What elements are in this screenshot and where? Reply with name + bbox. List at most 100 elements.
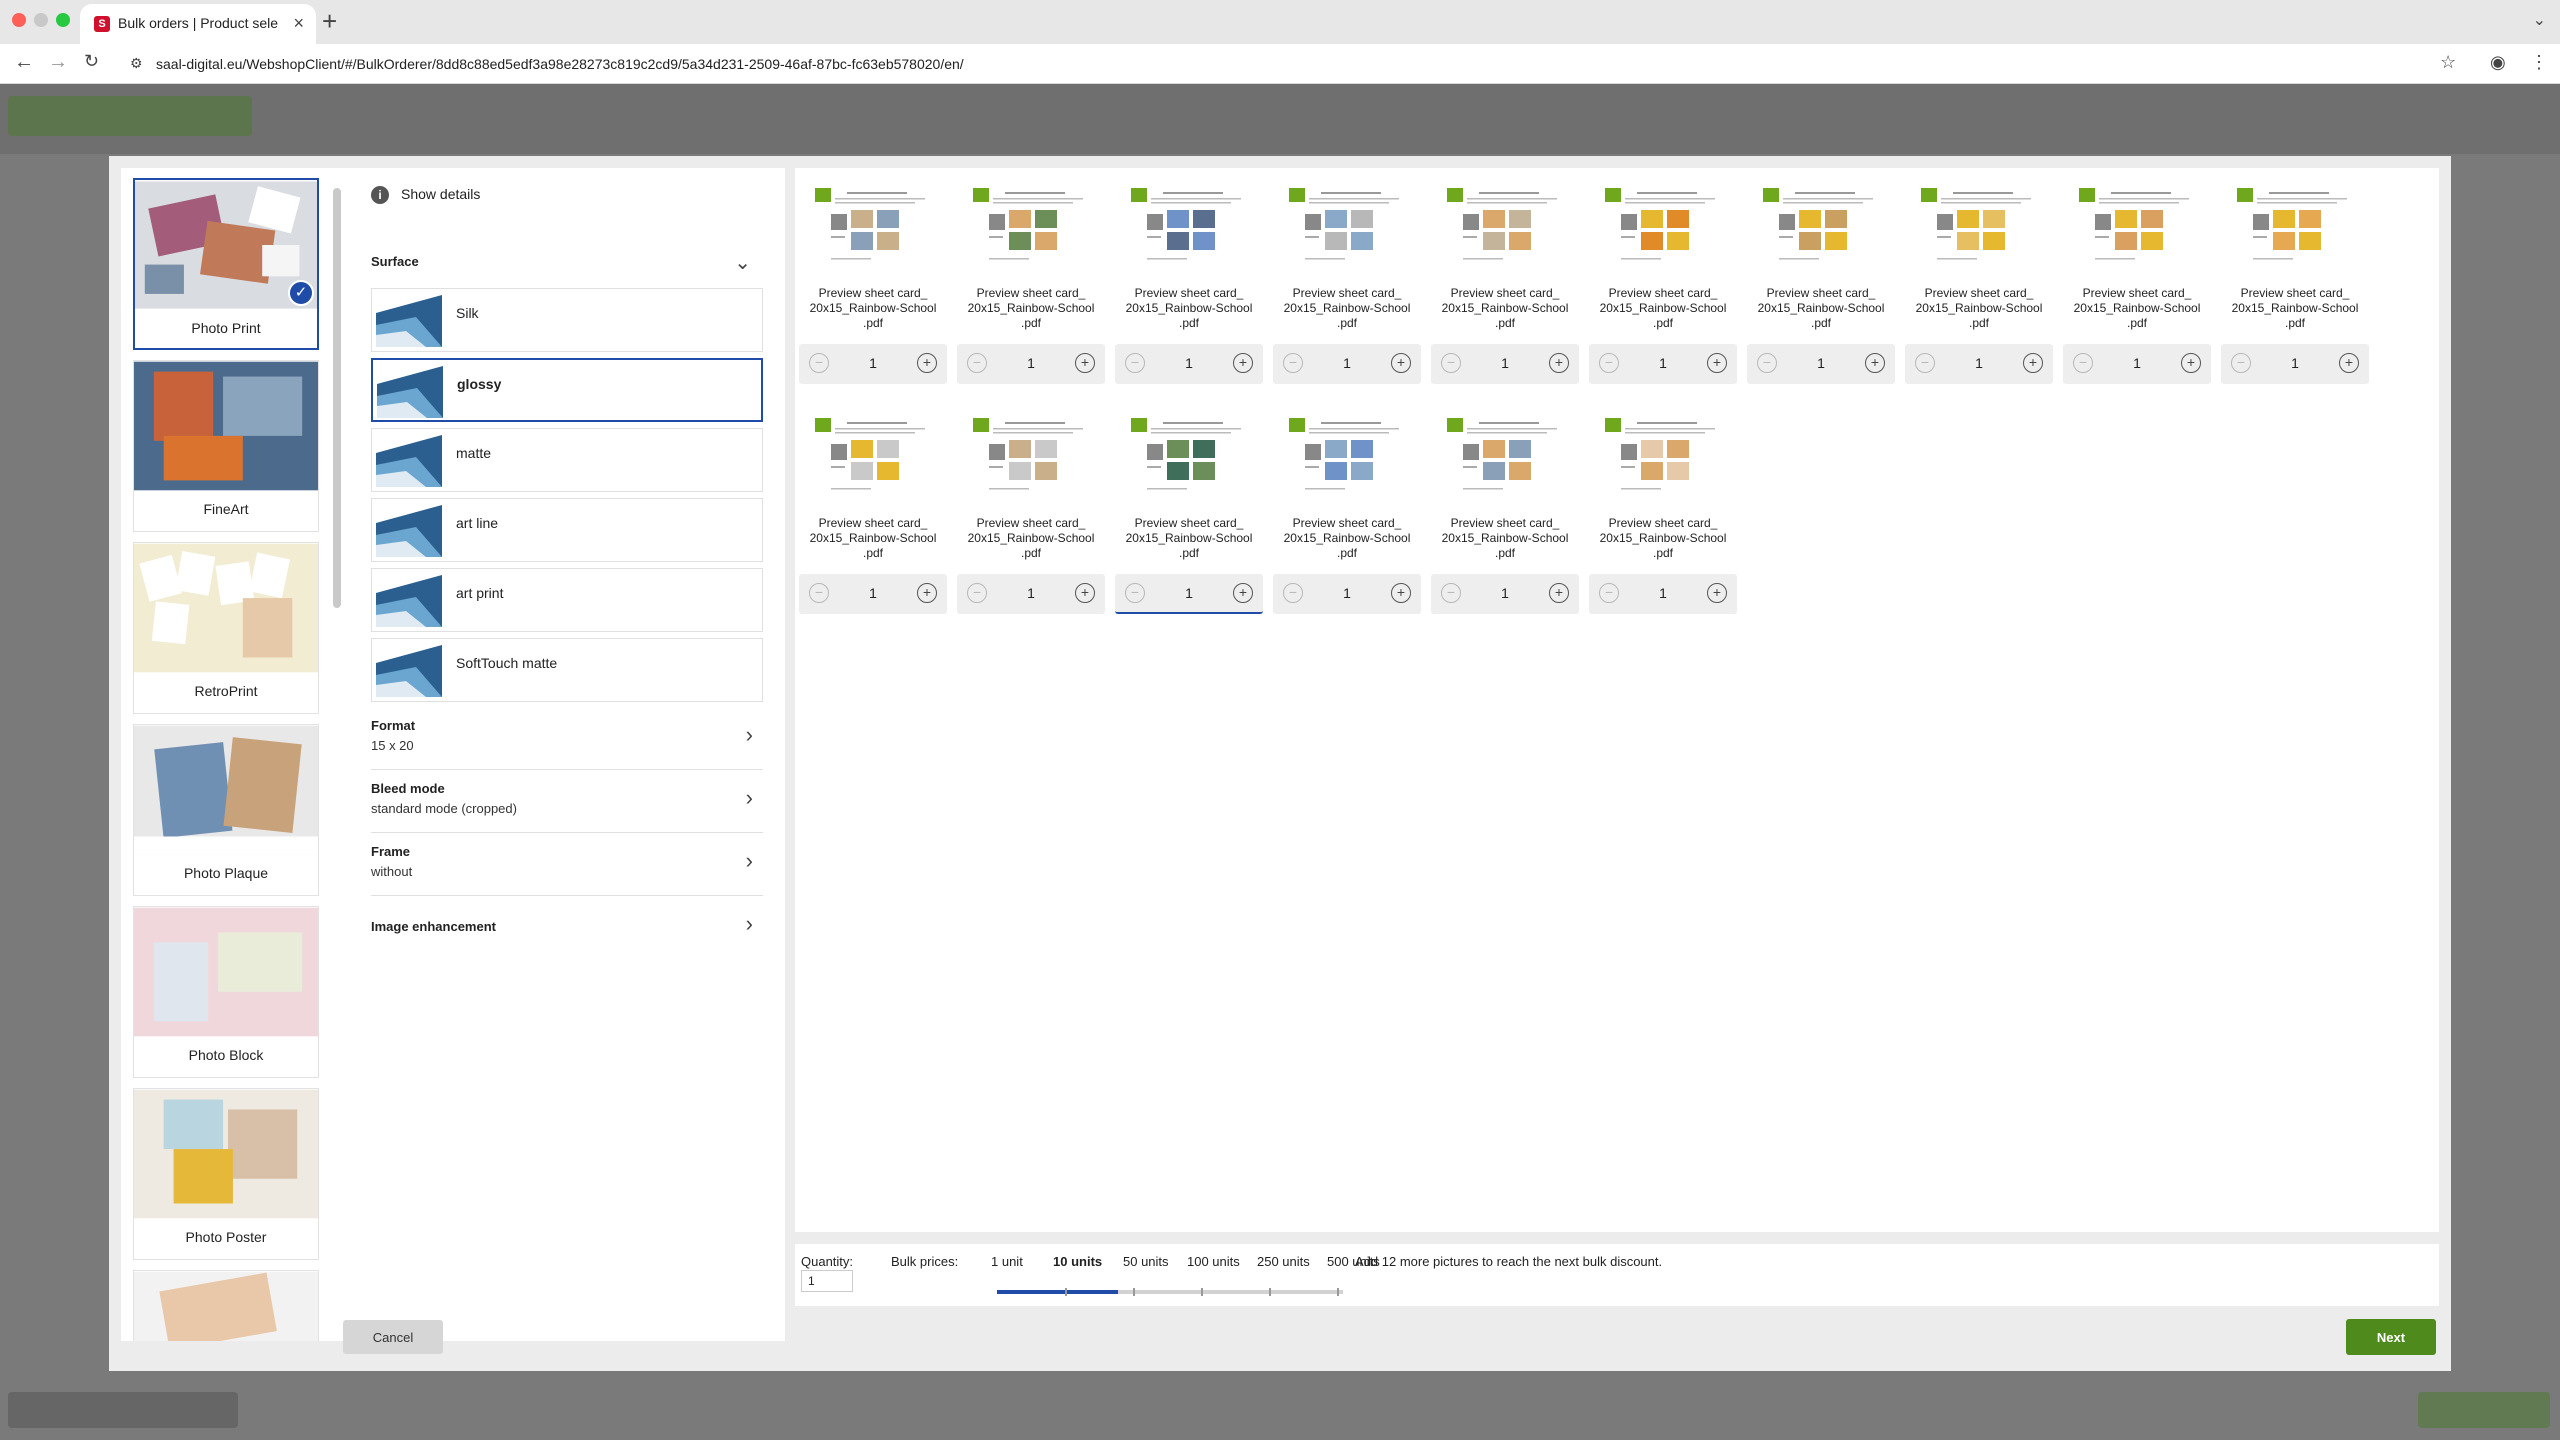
tab-search-chevron-icon[interactable]: ⌄	[2533, 10, 2546, 30]
picture-card[interactable]: Preview sheet card_ 20x15_Rainbow-School.…	[957, 408, 1105, 628]
surface-option-matte[interactable]: matte	[371, 428, 763, 492]
minus-circle-icon[interactable]: −	[1599, 353, 1619, 373]
quantity-value[interactable]: 1	[2117, 355, 2157, 371]
chevron-down-icon[interactable]: ⌄	[734, 250, 751, 275]
minimize-window-icon[interactable]	[34, 13, 48, 27]
plus-circle-icon[interactable]: +	[2339, 353, 2359, 373]
picture-card[interactable]: Preview sheet card_ 20x15_Rainbow-School.…	[1589, 408, 1737, 628]
minus-circle-icon[interactable]: −	[1915, 353, 1935, 373]
close-window-icon[interactable]	[12, 13, 26, 27]
plus-circle-icon[interactable]: +	[1707, 583, 1727, 603]
picture-card[interactable]: Preview sheet card_ 20x15_Rainbow-School.…	[1589, 178, 1737, 398]
plus-circle-icon[interactable]: +	[1233, 583, 1253, 603]
surface-option-art-print[interactable]: art print	[371, 568, 763, 632]
plus-circle-icon[interactable]: +	[1075, 583, 1095, 603]
plus-circle-icon[interactable]: +	[917, 353, 937, 373]
quantity-value[interactable]: 1	[1801, 355, 1841, 371]
picture-card[interactable]: Preview sheet card_ 20x15_Rainbow-School.…	[799, 408, 947, 628]
product-card-photo-print[interactable]: ✓ Photo Print	[133, 178, 319, 350]
plus-circle-icon[interactable]: +	[1549, 583, 1569, 603]
quantity-value[interactable]: 1	[853, 585, 893, 601]
quantity-value[interactable]: 1	[1485, 355, 1525, 371]
browser-menu-icon[interactable]: ⋮	[2530, 52, 2548, 73]
plus-circle-icon[interactable]: +	[1549, 353, 1569, 373]
minus-circle-icon[interactable]: −	[1441, 353, 1461, 373]
picture-card[interactable]: Preview sheet card_ 20x15_Rainbow-School.…	[957, 178, 1105, 398]
product-card-more[interactable]	[133, 1270, 319, 1341]
tab-close-icon[interactable]: ×	[293, 13, 304, 34]
frame-option[interactable]: Frame without ›	[371, 834, 763, 896]
back-arrow-icon[interactable]: ←	[14, 51, 34, 74]
quantity-value[interactable]: 1	[853, 355, 893, 371]
minus-circle-icon[interactable]: −	[1125, 353, 1145, 373]
quantity-value[interactable]: 1	[1643, 355, 1683, 371]
format-option[interactable]: Format 15 x 20 ›	[371, 708, 763, 770]
surface-option-glossy[interactable]: glossy	[371, 358, 763, 422]
picture-card[interactable]: Preview sheet card_ 20x15_Rainbow-School.…	[1905, 178, 2053, 398]
quantity-value[interactable]: 1	[1169, 585, 1209, 601]
minus-circle-icon[interactable]: −	[1441, 583, 1461, 603]
picture-card[interactable]: Preview sheet card_ 20x15_Rainbow-School.…	[1747, 178, 1895, 398]
surface-option-silk[interactable]: Silk	[371, 288, 763, 352]
bleed-mode-option[interactable]: Bleed mode standard mode (cropped) ›	[371, 771, 763, 833]
minus-circle-icon[interactable]: −	[809, 353, 829, 373]
picture-card[interactable]: Preview sheet card_ 20x15_Rainbow-School.…	[799, 178, 947, 398]
new-tab-icon[interactable]: +	[322, 6, 337, 37]
picture-card[interactable]: Preview sheet card_ 20x15_Rainbow-School.…	[1115, 178, 1263, 398]
site-settings-icon[interactable]: ⚙	[130, 55, 143, 72]
product-card-photo-block[interactable]: Photo Block	[133, 906, 319, 1078]
plus-circle-icon[interactable]: +	[1391, 353, 1411, 373]
product-card-photo-poster[interactable]: Photo Poster	[133, 1088, 319, 1260]
next-button[interactable]: Next	[2346, 1319, 2436, 1355]
product-card-photo-plaque[interactable]: Photo Plaque	[133, 724, 319, 896]
surface-option-softtouch-matte[interactable]: SoftTouch matte	[371, 638, 763, 702]
quantity-value[interactable]: 1	[2275, 355, 2315, 371]
minus-circle-icon[interactable]: −	[809, 583, 829, 603]
picture-card[interactable]: Preview sheet card_ 20x15_Rainbow-School.…	[1431, 178, 1579, 398]
minus-circle-icon[interactable]: −	[2231, 353, 2251, 373]
minus-circle-icon[interactable]: −	[967, 353, 987, 373]
bookmark-star-icon[interactable]: ☆	[2440, 52, 2456, 73]
surface-option-art-line[interactable]: art line	[371, 498, 763, 562]
quantity-value[interactable]: 1	[1485, 585, 1525, 601]
minus-circle-icon[interactable]: −	[1283, 353, 1303, 373]
plus-circle-icon[interactable]: +	[1865, 353, 1885, 373]
minus-circle-icon[interactable]: −	[1599, 583, 1619, 603]
picture-card[interactable]: Preview sheet card_ 20x15_Rainbow-School.…	[1115, 408, 1263, 628]
minus-circle-icon[interactable]: −	[1283, 583, 1303, 603]
plus-circle-icon[interactable]: +	[917, 583, 937, 603]
quantity-value[interactable]: 1	[1011, 355, 1051, 371]
image-enhancement-option[interactable]: Image enhancement ›	[371, 897, 763, 959]
browser-tab[interactable]: S Bulk orders | Product selection ×	[80, 4, 316, 44]
plus-circle-icon[interactable]: +	[2181, 353, 2201, 373]
address-bar[interactable]: ⚙ saal-digital.eu/WebshopClient/#/BulkOr…	[118, 49, 2458, 79]
plus-circle-icon[interactable]: +	[1391, 583, 1411, 603]
maximize-window-icon[interactable]	[56, 13, 70, 27]
minus-circle-icon[interactable]: −	[1757, 353, 1777, 373]
picture-card[interactable]: Preview sheet card_ 20x15_Rainbow-School.…	[1273, 408, 1421, 628]
minus-circle-icon[interactable]: −	[2073, 353, 2093, 373]
picture-card[interactable]: Preview sheet card_ 20x15_Rainbow-School.…	[1431, 408, 1579, 628]
picture-card[interactable]: Preview sheet card_ 20x15_Rainbow-School.…	[2063, 178, 2211, 398]
quantity-value[interactable]: 1	[1327, 585, 1367, 601]
minus-circle-icon[interactable]: −	[1125, 583, 1145, 603]
show-details-link[interactable]: i Show details	[371, 186, 480, 205]
surface-heading[interactable]: Surface	[371, 254, 419, 269]
quantity-value[interactable]: 1	[1011, 585, 1051, 601]
quantity-value[interactable]: 1	[1327, 355, 1367, 371]
plus-circle-icon[interactable]: +	[1075, 353, 1095, 373]
profile-icon[interactable]: ◉	[2490, 52, 2506, 73]
plus-circle-icon[interactable]: +	[1233, 353, 1253, 373]
product-card-retroprint[interactable]: RetroPrint	[133, 542, 319, 714]
picture-card[interactable]: Preview sheet card_ 20x15_Rainbow-School.…	[2221, 178, 2369, 398]
plus-circle-icon[interactable]: +	[2023, 353, 2043, 373]
quantity-value[interactable]: 1	[1169, 355, 1209, 371]
forward-arrow-icon[interactable]: →	[48, 51, 68, 74]
quantity-value[interactable]: 1	[1643, 585, 1683, 601]
product-list-scrollbar[interactable]	[333, 188, 341, 608]
product-card-fineart[interactable]: FineArt	[133, 360, 319, 532]
reload-icon[interactable]: ↻	[84, 51, 99, 72]
cancel-button[interactable]: Cancel	[343, 1320, 443, 1354]
plus-circle-icon[interactable]: +	[1707, 353, 1727, 373]
quantity-input[interactable]: 1	[801, 1270, 853, 1292]
